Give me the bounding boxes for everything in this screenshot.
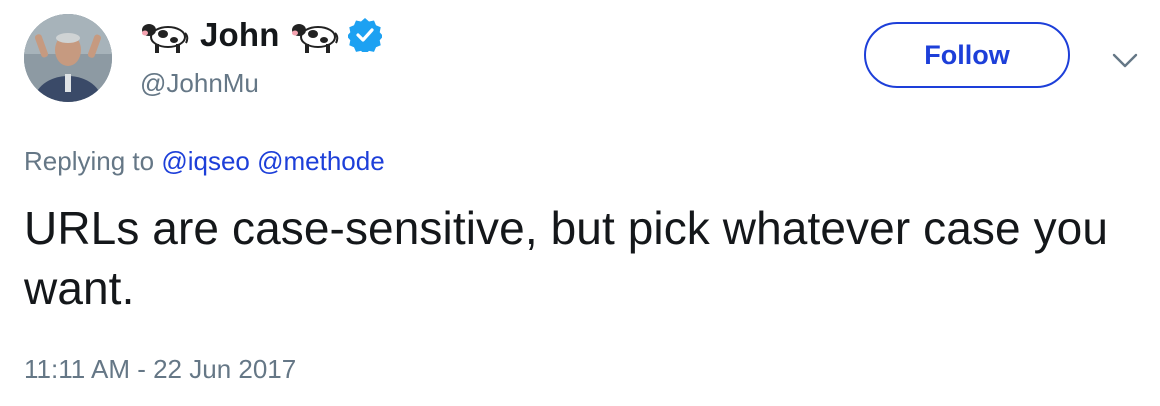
verified-badge-icon — [346, 18, 383, 55]
author-handle[interactable]: @JohnMu — [140, 68, 259, 99]
cow-icon — [140, 15, 190, 55]
author-name-row[interactable]: John — [140, 12, 383, 58]
cow-icon — [290, 15, 340, 55]
chevron-down-icon[interactable] — [1110, 48, 1140, 72]
tweet-timestamp[interactable]: 11:11 AM - 22 Jun 2017 — [24, 354, 296, 385]
replying-to: Replying to @iqseo @methode — [24, 146, 385, 177]
tweet-text: URLs are case-sensitive, but pick whatev… — [24, 202, 1109, 314]
mention-link-methode[interactable]: @methode — [257, 146, 385, 176]
replying-to-label: Replying to — [24, 146, 155, 176]
follow-button[interactable]: Follow — [864, 22, 1070, 88]
display-name[interactable]: John — [196, 16, 284, 54]
avatar[interactable] — [24, 14, 112, 102]
tweet-card: John @JohnMu Follow Replying to @iqseo @… — [0, 0, 1160, 406]
mention-link-iqseo[interactable]: @iqseo — [161, 146, 250, 176]
